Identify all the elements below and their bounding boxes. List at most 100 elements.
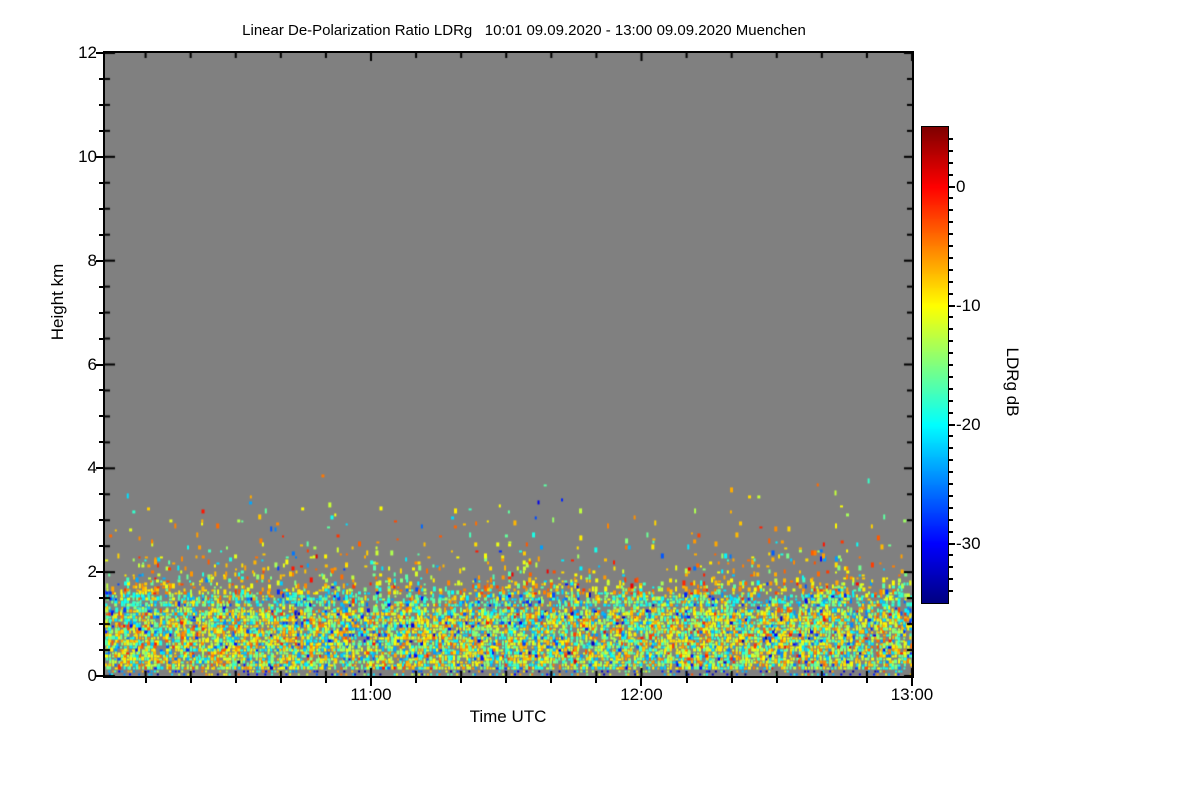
colorbar-tick-mark	[949, 268, 953, 271]
colorbar-tick-mark	[949, 423, 955, 426]
y-tick-label: 12	[78, 43, 97, 62]
plot-title: Linear De-Polarization Ratio LDRg 10:01 …	[242, 22, 806, 39]
colorbar-tick-mark	[949, 578, 953, 581]
colorbar-tick-mark	[949, 149, 953, 152]
x-tick-mark	[730, 678, 733, 683]
colorbar-tick-label: -10	[956, 295, 981, 315]
colorbar-tick-mark	[949, 411, 953, 414]
x-tick-mark	[234, 678, 237, 683]
y-tick-mark	[99, 103, 103, 106]
y-tick-mark	[96, 675, 103, 677]
colorbar-tick-mark	[949, 471, 953, 474]
y-tick-mark	[99, 493, 103, 496]
colorbar-tick-mark	[949, 459, 953, 462]
colorbar-tick-mark	[949, 328, 953, 331]
colorbar-tick-mark	[949, 566, 953, 569]
colorbar-tick-mark	[949, 364, 953, 366]
colorbar-label: LDRg dB	[1003, 347, 1022, 417]
colorbar-tick-mark	[949, 137, 953, 140]
colorbar-tick-mark	[949, 185, 955, 188]
y-tick-mark	[99, 545, 103, 548]
y-tick-mark	[99, 337, 103, 340]
y-tick-mark	[96, 467, 103, 470]
x-tick-mark	[324, 678, 327, 683]
colorbar-gradient	[922, 127, 948, 603]
x-tick-label: 12:00	[620, 685, 663, 704]
y-tick-mark	[96, 571, 103, 574]
y-tick-mark	[99, 597, 103, 600]
y-tick-label: 2	[87, 562, 97, 582]
colorbar-tick-label: -30	[956, 533, 981, 553]
x-tick-mark	[189, 678, 192, 683]
colorbar-tick-mark	[949, 221, 953, 224]
plot-area	[103, 51, 914, 678]
colorbar-tick-mark	[949, 554, 953, 557]
x-tick-mark	[460, 678, 463, 683]
x-axis-label: Time UTC	[469, 707, 547, 726]
y-tick-mark	[99, 207, 103, 210]
y-tick-mark	[99, 415, 103, 418]
y-tick-mark	[99, 285, 103, 288]
x-tick-mark	[775, 678, 778, 683]
y-tick-mark	[99, 129, 103, 132]
colorbar-tick-mark	[949, 387, 953, 390]
colorbar-tick-label: 0	[956, 176, 966, 196]
colorbar-tick-mark	[949, 233, 953, 236]
y-tick-mark	[96, 52, 103, 54]
colorbar-tick-mark	[949, 209, 953, 212]
y-tick-mark	[99, 441, 103, 444]
y-tick-label: 4	[87, 458, 97, 478]
colorbar-tick-mark	[949, 447, 953, 450]
x-tick-mark	[505, 678, 508, 683]
x-tick-mark	[595, 678, 598, 683]
colorbar	[921, 126, 949, 604]
colorbar-tick-mark	[949, 483, 953, 485]
colorbar-tick-label: -20	[956, 414, 981, 434]
y-tick-mark	[99, 77, 103, 80]
x-tick-label: 11:00	[350, 685, 392, 704]
x-tick-mark	[144, 678, 147, 683]
colorbar-tick-mark	[949, 280, 953, 283]
x-tick-mark	[820, 678, 823, 683]
y-tick-mark	[99, 233, 103, 236]
y-tick-mark	[99, 311, 103, 314]
colorbar-tick-mark	[949, 292, 953, 295]
colorbar-tick-mark	[949, 494, 953, 497]
x-tick-mark	[865, 678, 868, 683]
y-tick-label: 0	[87, 666, 97, 685]
colorbar-tick-mark	[949, 506, 953, 509]
colorbar-tick-mark	[949, 375, 953, 378]
y-tick-mark	[99, 649, 103, 652]
colorbar-tick-mark	[949, 590, 953, 593]
y-tick-label: 10	[78, 146, 97, 166]
colorbar-tick-mark	[949, 304, 955, 307]
x-tick-mark	[415, 678, 418, 683]
colorbar-tick-mark	[949, 256, 953, 259]
colorbar-tick-mark	[949, 316, 953, 319]
colorbar-tick-mark	[949, 542, 955, 545]
heatmap-canvas	[105, 53, 912, 676]
y-tick-mark	[99, 623, 103, 626]
y-tick-label: 6	[87, 354, 97, 374]
y-tick-mark	[99, 519, 103, 522]
colorbar-tick-mark	[949, 435, 953, 438]
x-tick-mark	[279, 678, 282, 683]
colorbar-tick-mark	[949, 352, 953, 355]
colorbar-tick-mark	[949, 340, 953, 343]
y-tick-mark	[99, 181, 103, 184]
y-tick-mark	[96, 259, 103, 262]
colorbar-tick-mark	[949, 161, 953, 164]
colorbar-tick-mark	[949, 530, 953, 533]
y-tick-label: 8	[87, 250, 97, 270]
colorbar-tick-mark	[949, 173, 953, 176]
colorbar-tick-mark	[949, 518, 953, 521]
y-tick-mark	[99, 389, 103, 392]
ldr-quicklook-figure: Linear De-Polarization Ratio LDRg 10:01 …	[0, 0, 1200, 800]
y-tick-mark	[96, 363, 103, 366]
colorbar-tick-mark	[949, 197, 953, 200]
colorbar-tick-mark	[949, 399, 953, 402]
colorbar-tick-mark	[949, 245, 953, 247]
x-tick-label: 13:00	[890, 685, 934, 704]
y-tick-mark	[96, 155, 103, 158]
x-tick-mark	[550, 678, 553, 683]
